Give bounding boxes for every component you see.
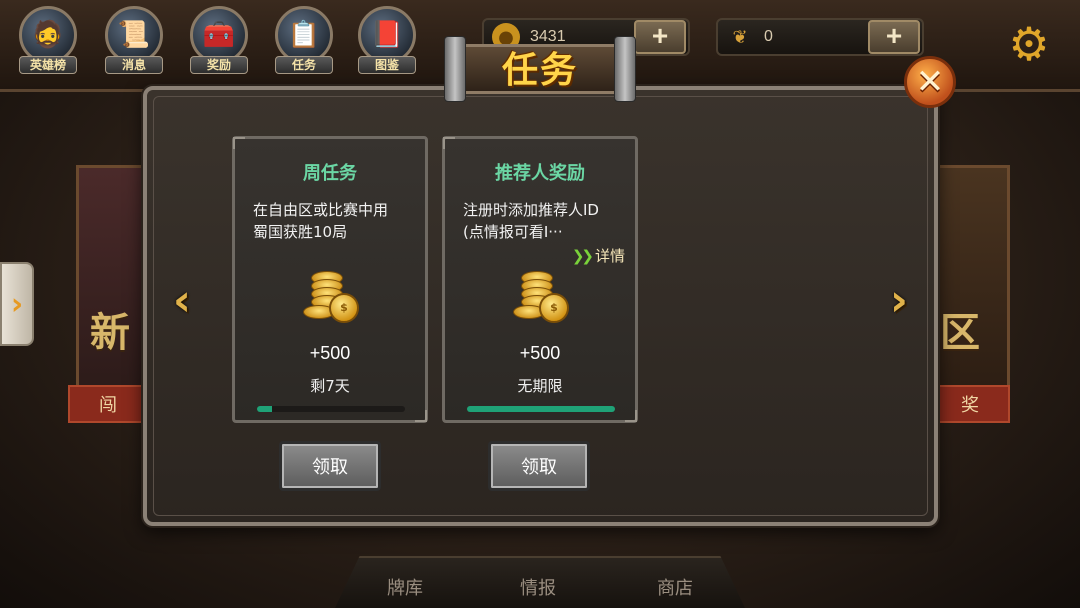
gold-coins-icon: $ bbox=[513, 263, 573, 325]
wheat-icon: ❦ bbox=[732, 26, 748, 48]
quest-progress-fill bbox=[257, 406, 272, 412]
bottom-nav-deck[interactable]: 牌库 bbox=[387, 574, 423, 600]
nav-label: 图鉴 bbox=[358, 56, 416, 74]
quest-desc-line: 在自由区或比赛中用 bbox=[253, 201, 389, 219]
settings-gear-icon[interactable]: ⚙ bbox=[1003, 17, 1055, 71]
background-title-left: 新 bbox=[90, 309, 130, 356]
background-title-right: 区 bbox=[940, 309, 980, 356]
nav-rewards[interactable]: 🧰 奖励 bbox=[187, 6, 251, 84]
wheat-value: 0 bbox=[764, 28, 773, 45]
quest-desc-line: 蜀国获胜10局 bbox=[253, 223, 348, 241]
quest-description: 在自由区或比赛中用 蜀国获胜10局 bbox=[253, 199, 419, 243]
nav-quests[interactable]: 📋 任务 bbox=[272, 6, 336, 84]
quest-progress-fill bbox=[467, 406, 615, 412]
quest-desc-line: 注册时添加推荐人ID bbox=[463, 201, 599, 219]
quest-time-remaining: 无期限 bbox=[517, 377, 563, 395]
quest-reward: +500 bbox=[519, 343, 561, 363]
nav-label: 消息 bbox=[105, 56, 163, 74]
nav-label: 英雄榜 bbox=[19, 56, 77, 74]
claim-button-referrer[interactable]: 领取 bbox=[488, 441, 590, 491]
close-button[interactable]: ✕ bbox=[904, 56, 956, 108]
bottom-nav-shop[interactable]: 商店 bbox=[657, 574, 693, 600]
nav-codex[interactable]: 📕 图鉴 bbox=[355, 6, 419, 84]
quest-progress-bar bbox=[467, 406, 615, 412]
prev-page-arrow[interactable]: ‹ bbox=[168, 268, 196, 332]
details-link[interactable]: ❯❯ 详情 bbox=[572, 245, 625, 266]
wheat-currency: ❦ 0 + bbox=[716, 18, 924, 56]
quest-time-remaining: 剩7天 bbox=[310, 377, 350, 395]
nav-hero-ranking[interactable]: 🧔 英雄榜 bbox=[16, 6, 80, 84]
nav-label: 任务 bbox=[275, 56, 333, 74]
dialog-title-plate: 任务 bbox=[440, 36, 640, 102]
quest-card-referrer: 推荐人奖励 注册时添加推荐人ID (点情报可看I··· ❯❯ 详情 $ +500… bbox=[442, 136, 638, 423]
dialog-title: 任务 bbox=[501, 49, 578, 91]
quest-description: 注册时添加推荐人ID (点情报可看I··· bbox=[463, 199, 629, 243]
details-label: 详情 bbox=[594, 247, 625, 265]
add-wheat-button[interactable]: + bbox=[868, 20, 920, 54]
next-page-arrow[interactable]: › bbox=[885, 268, 913, 332]
side-expand-tab[interactable]: › bbox=[0, 262, 34, 346]
background-banner-left: 闯 bbox=[68, 385, 148, 423]
quest-progress-bar bbox=[257, 406, 405, 412]
nav-messages[interactable]: 📜 消息 bbox=[102, 6, 166, 84]
quest-title: 周任务 bbox=[303, 163, 357, 184]
quest-title: 推荐人奖励 bbox=[495, 163, 585, 184]
background-banner-right: 奖 bbox=[930, 385, 1010, 423]
nav-label: 奖励 bbox=[190, 56, 248, 74]
double-chevron-icon: ❯❯ bbox=[571, 246, 594, 265]
gold-coins-icon: $ bbox=[303, 263, 363, 325]
claim-button-weekly[interactable]: 领取 bbox=[279, 441, 381, 491]
background-mode-panel-right bbox=[930, 165, 1010, 410]
add-gold-button[interactable]: + bbox=[634, 20, 686, 54]
quest-reward: +500 bbox=[309, 343, 351, 363]
quest-card-weekly: 周任务 在自由区或比赛中用 蜀国获胜10局 $ +500 剩7天 bbox=[232, 136, 428, 423]
quest-desc-line: (点情报可看I··· bbox=[463, 223, 563, 241]
bottom-nav-intel[interactable]: 情报 bbox=[520, 574, 556, 600]
